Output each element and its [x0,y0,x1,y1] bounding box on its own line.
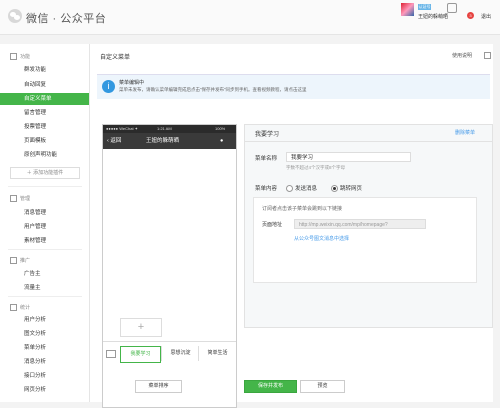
phone-nav-bar: ‹ 返回 王妞的躲萌晒 ● [103,133,236,149]
send-message-radio[interactable] [286,185,293,192]
sidebar-item-messages[interactable]: 消息管理 [0,207,89,219]
top-header: 微信 · 公众平台 认证号 王妞的躲萌晒 3 退出 [0,0,500,35]
stats-icon [10,304,17,312]
back-button[interactable]: ‹ 返回 [107,133,121,149]
carrier-signal: ●●●●● WeChat ✦ [106,126,139,131]
add-submenu-button[interactable]: + [120,318,162,337]
sidebar-item-mass-send[interactable]: 群发功能 [0,64,89,76]
page-url-label: 页面地址 [262,222,283,228]
sidebar-divider [8,249,82,250]
notice-title: 菜单编辑中 [119,80,145,86]
platform-brand: 微信 · 公众平台 [26,13,107,25]
menu-name-label: 菜单名称 [255,156,278,162]
sidebar-section-manage: 管理 [10,195,30,203]
sidebar-item-web-analysis[interactable]: 网页分析 [0,384,89,396]
menu-tab-life[interactable]: 简单生活 [198,346,236,361]
sidebar-section-stats: 统计 [10,304,30,312]
jump-page-radio[interactable] [331,185,338,192]
editor-divider [245,141,492,142]
menu-content-label: 菜单内容 [255,186,278,192]
notice-text: 菜单未发布，请确认菜单编辑完成后点击“保存并发布”同步到手机。查看视频教程，请点… [119,87,307,92]
jump-settings-box: 订阅者点击该子菜单会跳到以下链接 页面地址 http://mp.weixin.q… [253,197,477,283]
verified-tag: 认证号 [418,4,431,10]
menu-sort-button[interactable]: 菜单排序 [135,380,182,393]
account-name[interactable]: 王妞的躲萌晒 [418,13,448,20]
sidebar-item-api-analysis[interactable]: 接口分析 [0,370,89,382]
promote-icon [10,257,17,265]
preview-button[interactable]: 预览 [300,380,345,393]
sidebar-item-article-analysis[interactable]: 图文分析 [0,328,89,340]
editor-title: 我要学习 [255,132,280,138]
select-article-link[interactable]: 从公众号图文消息中选择 [294,235,349,242]
jump-page-label[interactable]: 跳转网页 [340,184,362,192]
sidebar-item-votes[interactable]: 投票管理 [0,121,89,133]
sidebar-item-materials[interactable]: 素材管理 [0,235,89,247]
info-icon: i [102,80,115,93]
sidebar-item-users[interactable]: 用户管理 [0,221,89,233]
sidebar-item-auto-reply[interactable]: 自动回复 [0,79,89,91]
help-toggle-icon[interactable] [484,52,491,59]
phone-menu-bar: 我要学习 思想沉淀 简单生活 [103,341,236,366]
sidebar-item-page-templates[interactable]: 页面模板 [0,135,89,147]
notification-badge[interactable]: 3 [467,12,474,19]
avatar[interactable] [401,3,414,16]
wechat-logo-icon [8,9,22,23]
send-message-label[interactable]: 发送消息 [295,184,317,192]
menu-name-input[interactable]: 我要学习 [286,152,411,162]
battery-status: 100% [215,126,226,131]
account-title: 王妞的躲萌晒 [146,138,180,144]
sidebar-item-menu-analysis[interactable]: 菜单分析 [0,342,89,354]
sidebar-item-custom-menu[interactable]: 自定义菜单 [0,93,89,105]
profile-icon[interactable]: ● [220,133,223,149]
sidebar-section-function: 功能 [10,53,30,61]
sidebar-item-advertiser[interactable]: 广告主 [0,268,89,280]
sidebar-item-original[interactable]: 原创声明功能 [0,149,89,161]
save-publish-button[interactable]: 保存并发布 [244,380,297,393]
function-icon [10,53,17,61]
phone-status-bar: ●●●●● WeChat ✦ 1:21 AM 100% [103,125,236,133]
sidebar-divider [8,186,82,187]
menu-name-hint: 字数不超过4个汉字或8个字母 [286,165,346,170]
editing-notice: i 菜单编辑中 菜单未发布，请确认菜单编辑完成后点击“保存并发布”同步到手机。查… [97,74,490,99]
help-link[interactable]: 使用说明 [452,52,472,59]
status-time: 1:21 AM [157,126,172,131]
sidebar: 功能 群发功能 自动回复 自定义菜单 留言管理 投票管理 页面模板 原创声明功能… [0,44,90,402]
page-url-input[interactable]: http://mp.weixin.qq.com/mp/homepage? [294,219,426,229]
sidebar-item-publisher[interactable]: 流量主 [0,282,89,294]
delete-menu-link[interactable]: 删除菜单 [455,129,475,136]
manage-icon [10,195,17,203]
sidebar-item-user-analysis[interactable]: 用户分析 [0,314,89,326]
add-plugin-button[interactable]: ＋ 添加功能插件 [10,167,80,179]
sidebar-section-promote: 推广 [10,257,30,265]
jump-hint: 订阅者点击该子菜单会跳到以下链接 [262,206,343,212]
menu-editor: 我要学习 删除菜单 菜单名称 我要学习 字数不超过4个汉字或8个字母 菜单内容 … [244,124,493,328]
page-title: 自定义菜单 [100,55,131,61]
mail-icon[interactable] [447,3,457,13]
sidebar-item-comments[interactable]: 留言管理 [0,107,89,119]
phone-preview: ●●●●● WeChat ✦ 1:21 AM 100% ‹ 返回 王妞的躲萌晒 … [102,124,237,408]
keyboard-icon[interactable] [106,350,116,358]
sidebar-item-message-analysis[interactable]: 消息分析 [0,356,89,368]
sidebar-divider [8,296,82,297]
logout-link[interactable]: 退出 [481,13,491,20]
menu-tab-learn[interactable]: 我要学习 [120,346,161,363]
main-content: 自定义菜单 使用说明 i 菜单编辑中 菜单未发布，请确认菜单编辑完成后点击“保存… [90,44,493,408]
menu-tab-thoughts[interactable]: 思想沉淀 [161,346,199,361]
